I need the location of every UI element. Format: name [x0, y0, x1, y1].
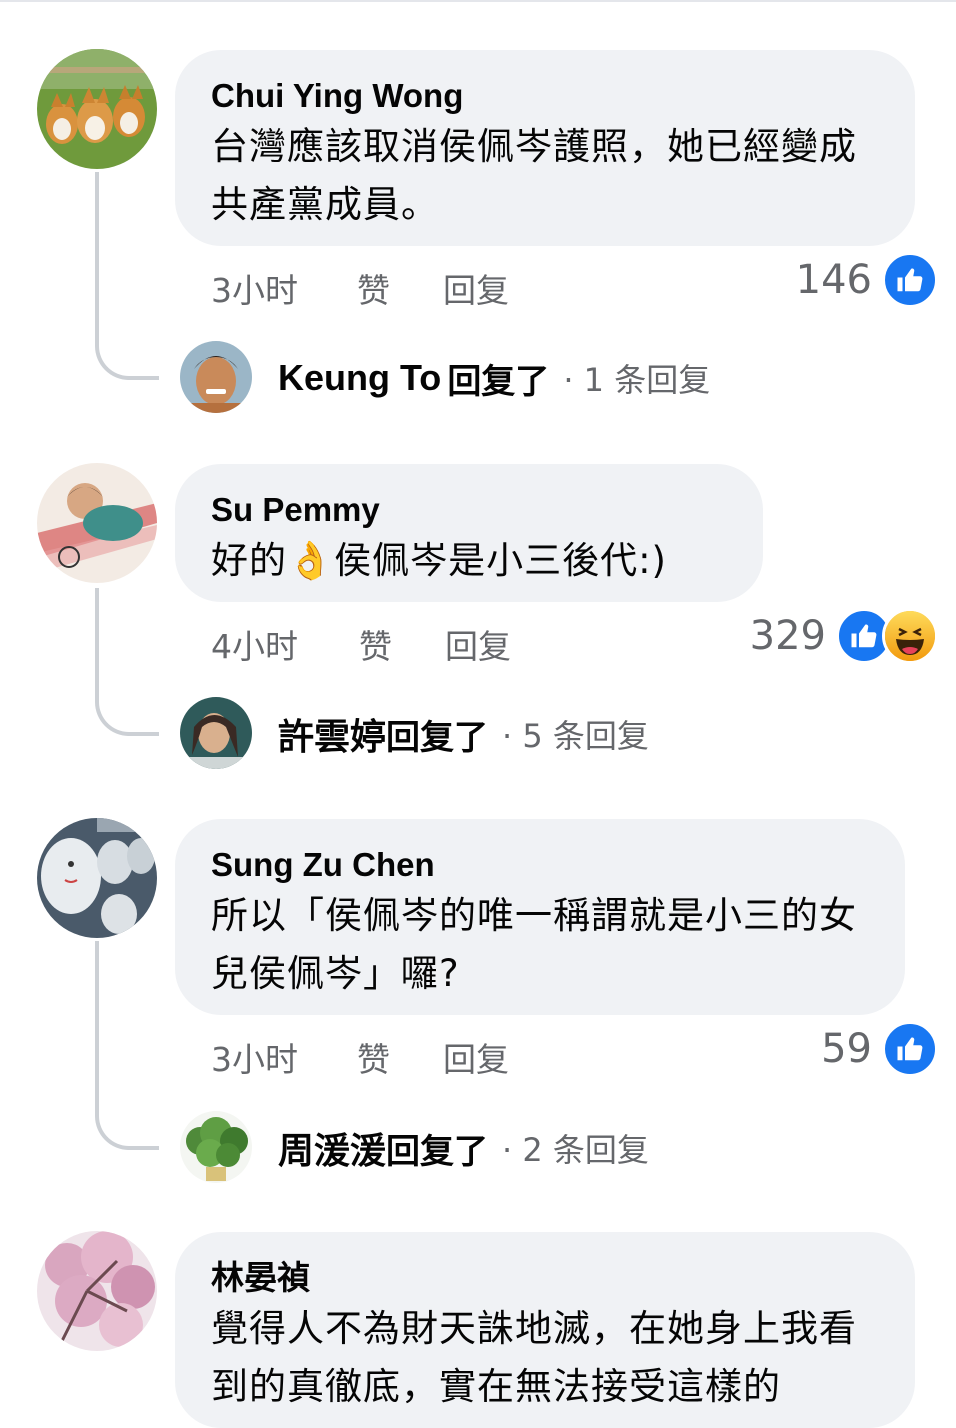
- chou-yuan-yuan-avatar-image: [180, 1111, 252, 1183]
- comment-text-end: 侯佩岑是小三後代:): [334, 539, 667, 582]
- reply-thread-line: [95, 588, 159, 736]
- avatar-keung-to[interactable]: [180, 341, 252, 413]
- comment-text-start: 好的: [211, 539, 287, 582]
- reaction-summary[interactable]: 146: [796, 252, 938, 308]
- avatar-hsu-yun-ting[interactable]: [180, 697, 252, 769]
- comment-bubble[interactable]: 林晏禎 覺得人不為財天誅地滅，在她身上我看到的真徹底，實在無法接受這樣的: [175, 1232, 915, 1428]
- comment-bubble[interactable]: Su Pemmy 好的👌侯佩岑是小三後代:): [175, 464, 763, 602]
- comment-text: 好的👌侯佩岑是小三後代:): [211, 532, 727, 590]
- comment-bubble[interactable]: Sung Zu Chen 所以「侯佩岑的唯一稱謂就是小三的女兒侯佩岑」囉?: [175, 819, 905, 1015]
- comment-author[interactable]: Su Pemmy: [211, 490, 727, 530]
- hsu-yun-ting-avatar-image: [180, 697, 252, 769]
- like-button[interactable]: 赞: [357, 264, 443, 312]
- comment-timestamp[interactable]: 3小时: [211, 264, 357, 312]
- comment-bubble[interactable]: Chui Ying Wong 台灣應該取消侯佩岑護照，她已經變成共產黨成員。: [175, 50, 915, 246]
- reply-button[interactable]: 回复: [443, 264, 509, 312]
- reaction-summary[interactable]: 329: [750, 608, 938, 664]
- reply-button[interactable]: 回复: [443, 1033, 509, 1081]
- avatar-lin-yen-chen[interactable]: [37, 1231, 157, 1351]
- su-pemmy-avatar-image: [37, 463, 157, 583]
- comment-text: 台灣應該取消侯佩岑護照，她已經變成共產黨成員。: [211, 125, 857, 226]
- reply-thread-line: [95, 941, 159, 1150]
- comment-author[interactable]: Sung Zu Chen: [211, 845, 869, 885]
- like-button[interactable]: 赞: [359, 620, 445, 668]
- comment-author[interactable]: 林晏禎: [211, 1258, 879, 1298]
- cherry-blossom-avatar-image: [37, 1231, 157, 1351]
- keung-to-avatar-image: [180, 341, 252, 413]
- reply-count: · 5 条回复: [502, 717, 649, 755]
- reply-verb: 回复了: [447, 361, 550, 402]
- reply-verb: 回复了: [386, 717, 489, 758]
- reaction-summary[interactable]: 59: [821, 1021, 938, 1077]
- avatar-su-pemmy[interactable]: [37, 463, 157, 583]
- avatar-chui-ying-wong[interactable]: [37, 49, 157, 169]
- reply-verb: 回复了: [386, 1131, 489, 1172]
- reply-button[interactable]: 回复: [445, 620, 511, 668]
- comment-meta: 4小时 赞 回复: [211, 620, 511, 668]
- reply-author-name: Keung To: [278, 357, 442, 398]
- reply-author-name: 周湲湲: [278, 1131, 387, 1172]
- avatar-chou-yuan-yuan[interactable]: [180, 1111, 252, 1183]
- reply-count: · 1 条回复: [563, 361, 711, 399]
- sung-zu-chen-avatar-image: [37, 818, 157, 938]
- like-icon: [882, 252, 938, 308]
- view-replies-link[interactable]: 許雲婷 回复了 · 5 条回复: [278, 709, 649, 759]
- reply-thread-line: [95, 172, 159, 380]
- view-replies-link[interactable]: 周湲湲 回复了 · 2 条回复: [278, 1123, 649, 1173]
- comment-meta: 3小时 赞 回复: [211, 1033, 509, 1081]
- ok-hand-emoji: 👌: [287, 539, 335, 582]
- comment-meta: 3小时 赞 回复: [211, 264, 509, 312]
- comment-author[interactable]: Chui Ying Wong: [211, 76, 879, 116]
- reply-count: · 2 条回复: [502, 1131, 649, 1169]
- top-divider: [0, 0, 956, 2]
- like-icon: [882, 1021, 938, 1077]
- view-replies-link[interactable]: Keung To 回复了 · 1 条回复: [278, 353, 710, 403]
- haha-icon: [882, 608, 938, 664]
- reaction-count: 146: [795, 257, 872, 303]
- like-button[interactable]: 赞: [357, 1033, 443, 1081]
- comment-text: 覺得人不為財天誅地滅，在她身上我看到的真徹底，實在無法接受這樣的: [211, 1307, 857, 1408]
- comment-timestamp[interactable]: 4小时: [211, 620, 359, 668]
- reaction-count: 59: [821, 1026, 872, 1072]
- reaction-count: 329: [749, 613, 826, 659]
- avatar-sung-zu-chen[interactable]: [37, 818, 157, 938]
- comment-timestamp[interactable]: 3小时: [211, 1033, 357, 1081]
- comment-text: 所以「侯佩岑的唯一稱謂就是小三的女兒侯佩岑」囉?: [211, 894, 857, 995]
- reply-author-name: 許雲婷: [278, 717, 387, 758]
- corgi-avatar-image: [37, 49, 157, 169]
